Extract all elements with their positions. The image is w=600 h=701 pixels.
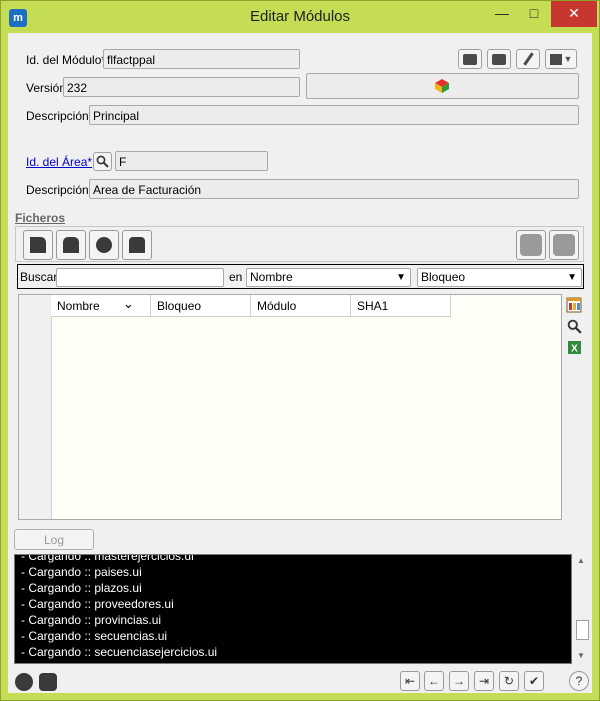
search-icon: [96, 155, 109, 168]
row-header-column: [19, 295, 52, 519]
log-button[interactable]: Log: [14, 529, 94, 550]
refresh-button[interactable]: ↻: [499, 671, 519, 691]
column-header-modulo[interactable]: Módulo: [251, 295, 351, 317]
log-line: - Cargando :: plazos.ui: [21, 581, 142, 595]
chevron-down-icon: ▼: [567, 272, 577, 283]
search-input[interactable]: [56, 268, 224, 287]
chevron-down-icon: ▼: [563, 54, 573, 64]
area-id-link[interactable]: Id. del Área*: [26, 155, 92, 169]
scrollbar-thumb[interactable]: [576, 620, 589, 640]
log-line: - Cargando :: secuencias.ui: [21, 629, 168, 643]
edit-file-icon: [63, 237, 79, 253]
dialog-client-area: Id. del Módulo* flfactppal ▼ Versión 232…: [8, 33, 592, 693]
search-in-label: en: [229, 270, 243, 284]
next-record-button[interactable]: →: [449, 671, 469, 691]
import-file-icon: [520, 234, 542, 256]
module-icon: [434, 78, 450, 94]
edit-file-button[interactable]: [56, 230, 86, 260]
log-line: - Cargando :: paises.ui: [21, 565, 142, 579]
search-field-selected: Nombre: [250, 270, 293, 284]
files-table[interactable]: Nombre ⌄ Bloqueo Módulo SHA1: [18, 294, 562, 520]
log-lines: - Cargando :: masterejercicios.ui - Carg…: [15, 554, 571, 660]
module-id-label: Id. del Módulo*: [26, 53, 107, 67]
search-field-select[interactable]: Nombre ▼: [246, 268, 411, 287]
export-excel-button[interactable]: X: [565, 338, 583, 356]
area-description-label: Descripción*: [26, 183, 94, 197]
maximize-button[interactable]: □: [519, 1, 549, 27]
columns-config-button[interactable]: [565, 296, 583, 314]
tool-2-icon: [492, 53, 506, 65]
module-version-label: Versión: [26, 81, 67, 95]
sort-descending-icon: ⌄: [123, 296, 134, 311]
search-label: Buscar: [20, 270, 58, 284]
find-in-table-button[interactable]: [565, 317, 583, 335]
log-line: - Cargando :: proveedores.ui: [21, 597, 174, 611]
status-round-button[interactable]: [15, 673, 33, 691]
filter-select[interactable]: Bloqueo ▼: [417, 268, 582, 287]
export-file-button[interactable]: [549, 230, 579, 260]
search-icon: [567, 319, 582, 334]
close-button[interactable]: ✕: [551, 1, 597, 27]
log-console[interactable]: - Cargando :: masterejercicios.ui - Carg…: [14, 554, 572, 664]
area-search-button[interactable]: [93, 152, 112, 171]
view-file-icon: [129, 237, 145, 253]
broom-icon: [522, 52, 534, 66]
column-header-bloqueo[interactable]: Bloqueo: [151, 295, 251, 317]
minimize-button[interactable]: —: [487, 1, 517, 27]
excel-icon: X: [567, 340, 581, 354]
toolbar-dropdown-button[interactable]: ▼: [545, 49, 577, 69]
view-file-button[interactable]: [122, 230, 152, 260]
module-id-field[interactable]: flfactppal: [103, 49, 300, 69]
table-settings-icon: [566, 297, 582, 313]
module-version-field[interactable]: 232: [63, 77, 300, 97]
scroll-up-icon[interactable]: ▲: [577, 556, 585, 565]
toolbar-button-1[interactable]: [458, 49, 482, 69]
area-description-field[interactable]: Area de Facturación: [89, 179, 579, 199]
filter-selected: Bloqueo: [421, 270, 466, 284]
delete-file-icon: [96, 237, 112, 253]
module-description-field[interactable]: Principal: [89, 105, 579, 125]
toolbar-button-2[interactable]: [487, 49, 511, 69]
tool-1-icon: [463, 53, 477, 65]
scroll-down-icon[interactable]: ▼: [577, 651, 585, 660]
help-button[interactable]: ?: [569, 671, 589, 691]
area-id-field[interactable]: F: [115, 151, 268, 171]
import-file-button[interactable]: [516, 230, 546, 260]
module-description-label: Descripción*: [26, 109, 94, 123]
ficheros-section-title: Ficheros: [15, 211, 66, 225]
last-record-button[interactable]: ⇥: [474, 671, 494, 691]
log-line: - Cargando :: masterejercicios.ui: [21, 554, 194, 563]
module-icon-button[interactable]: [306, 73, 579, 99]
options-button[interactable]: [39, 673, 57, 691]
column-header-label: Nombre: [57, 299, 100, 313]
previous-record-button[interactable]: ←: [424, 671, 444, 691]
tool-4-icon: [549, 53, 562, 65]
column-header-sha1[interactable]: SHA1: [351, 295, 451, 317]
new-file-button[interactable]: [23, 230, 53, 260]
column-header-nombre[interactable]: Nombre ⌄: [51, 295, 151, 317]
new-file-icon: [30, 237, 46, 253]
editar-modulos-window: m Editar Módulos — □ ✕ Id. del Módulo* f…: [0, 0, 600, 701]
accept-button[interactable]: ✔: [524, 671, 544, 691]
export-file-icon: [553, 234, 575, 256]
files-search-bar: Buscar en Nombre ▼ Bloqueo ▼: [17, 264, 584, 289]
log-scrollbar[interactable]: ▲ ▼: [574, 554, 589, 664]
first-record-button[interactable]: ⇤: [400, 671, 420, 691]
log-line: - Cargando :: secuenciasejercicios.ui: [21, 645, 218, 659]
svg-text:X: X: [571, 343, 578, 354]
title-bar[interactable]: m Editar Módulos — □ ✕: [1, 1, 599, 33]
chevron-down-icon: ▼: [396, 272, 406, 283]
log-line: - Cargando :: provincias.ui: [21, 613, 162, 627]
delete-file-button[interactable]: [89, 230, 119, 260]
toolbar-button-3[interactable]: [516, 49, 540, 69]
